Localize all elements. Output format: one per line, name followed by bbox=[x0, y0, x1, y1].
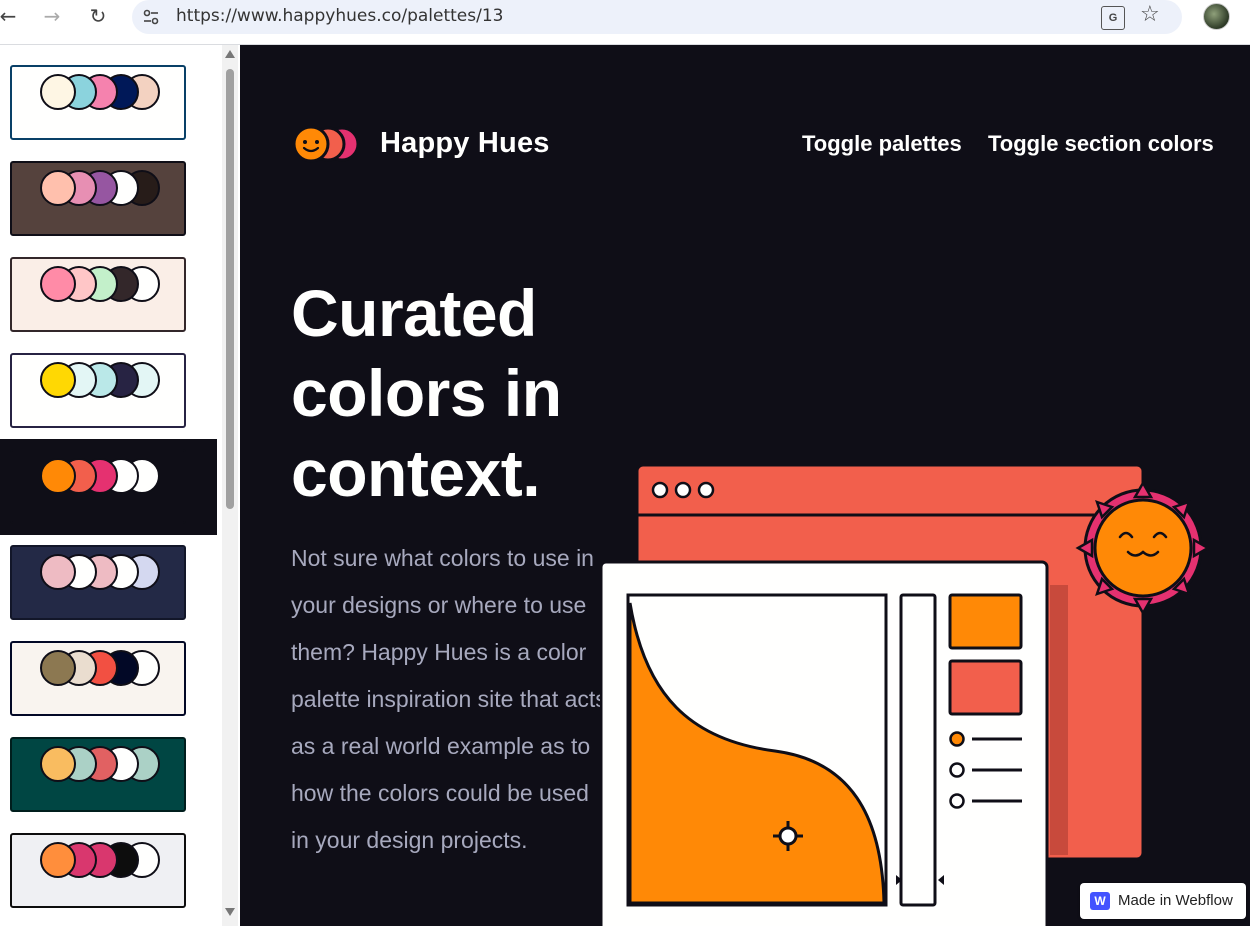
color-swatch bbox=[40, 362, 76, 398]
palette-swatches bbox=[28, 458, 188, 494]
color-swatch bbox=[40, 266, 76, 302]
color-swatch bbox=[40, 458, 76, 494]
window-dot-icon bbox=[697, 481, 715, 499]
forward-icon[interactable]: → bbox=[38, 4, 66, 28]
palette-option[interactable] bbox=[0, 151, 217, 247]
window-dot-icon bbox=[651, 481, 669, 499]
reload-icon[interactable]: ↻ bbox=[84, 4, 112, 28]
main-content: Happy Hues Toggle palettes Toggle sectio… bbox=[240, 45, 1250, 926]
palette-sidebar bbox=[0, 45, 240, 926]
window-dot-icon bbox=[674, 481, 692, 499]
hero-illustration bbox=[600, 463, 1211, 926]
color-swatch bbox=[40, 554, 76, 590]
happy-hues-logo-icon[interactable] bbox=[292, 125, 364, 163]
palette-option[interactable] bbox=[0, 55, 217, 151]
site-settings-icon[interactable] bbox=[142, 8, 160, 26]
palette-option[interactable] bbox=[0, 343, 217, 439]
browser-toolbar: ← → ↻ https://www.happyhues.co/palettes/… bbox=[0, 0, 1250, 45]
color-swatch bbox=[40, 746, 76, 782]
palette-option[interactable] bbox=[0, 439, 217, 535]
scroll-down-arrow-icon[interactable] bbox=[225, 908, 235, 916]
toggle-palettes-link[interactable]: Toggle palettes bbox=[802, 131, 962, 157]
palette-swatches bbox=[28, 842, 188, 878]
palette-swatches bbox=[28, 650, 188, 686]
palette-option[interactable] bbox=[0, 535, 217, 631]
palette-option[interactable] bbox=[0, 247, 217, 343]
palette-swatches bbox=[28, 74, 188, 110]
color-swatch bbox=[40, 74, 76, 110]
color-swatch bbox=[40, 842, 76, 878]
scroll-up-arrow-icon[interactable] bbox=[225, 50, 235, 58]
made-in-webflow-badge[interactable]: W Made in Webflow bbox=[1080, 883, 1246, 919]
palette-swatches bbox=[28, 362, 188, 398]
back-icon[interactable]: ← bbox=[0, 4, 22, 28]
hero-headline: Curated colors in context. bbox=[291, 276, 562, 510]
brand-name[interactable]: Happy Hues bbox=[380, 127, 550, 160]
webflow-badge-text: Made in Webflow bbox=[1118, 892, 1233, 909]
url-text[interactable]: https://www.happyhues.co/palettes/13 bbox=[176, 6, 503, 26]
palette-swatches bbox=[28, 170, 188, 206]
palette-swatches bbox=[28, 266, 188, 302]
sun-icon bbox=[1075, 480, 1211, 616]
toggle-section-colors-link[interactable]: Toggle section colors bbox=[988, 131, 1214, 157]
address-bar[interactable]: https://www.happyhues.co/palettes/13 G ☆ bbox=[132, 0, 1182, 34]
profile-avatar[interactable] bbox=[1203, 3, 1230, 30]
scroll-thumb[interactable] bbox=[226, 69, 234, 509]
palette-swatches bbox=[28, 746, 188, 782]
webflow-logo-icon: W bbox=[1090, 892, 1110, 910]
palette-option[interactable] bbox=[0, 823, 217, 919]
color-swatch bbox=[40, 650, 76, 686]
sidebar-scrollbar[interactable] bbox=[222, 45, 238, 926]
hero-paragraph: Not sure what colors to use in your desi… bbox=[291, 545, 607, 853]
color-swatch bbox=[40, 170, 76, 206]
palette-option[interactable] bbox=[0, 631, 217, 727]
palette-swatches bbox=[28, 554, 188, 590]
translate-icon[interactable]: G bbox=[1101, 6, 1125, 30]
palette-option[interactable] bbox=[0, 727, 217, 823]
bookmark-star-icon[interactable]: ☆ bbox=[1140, 2, 1160, 27]
